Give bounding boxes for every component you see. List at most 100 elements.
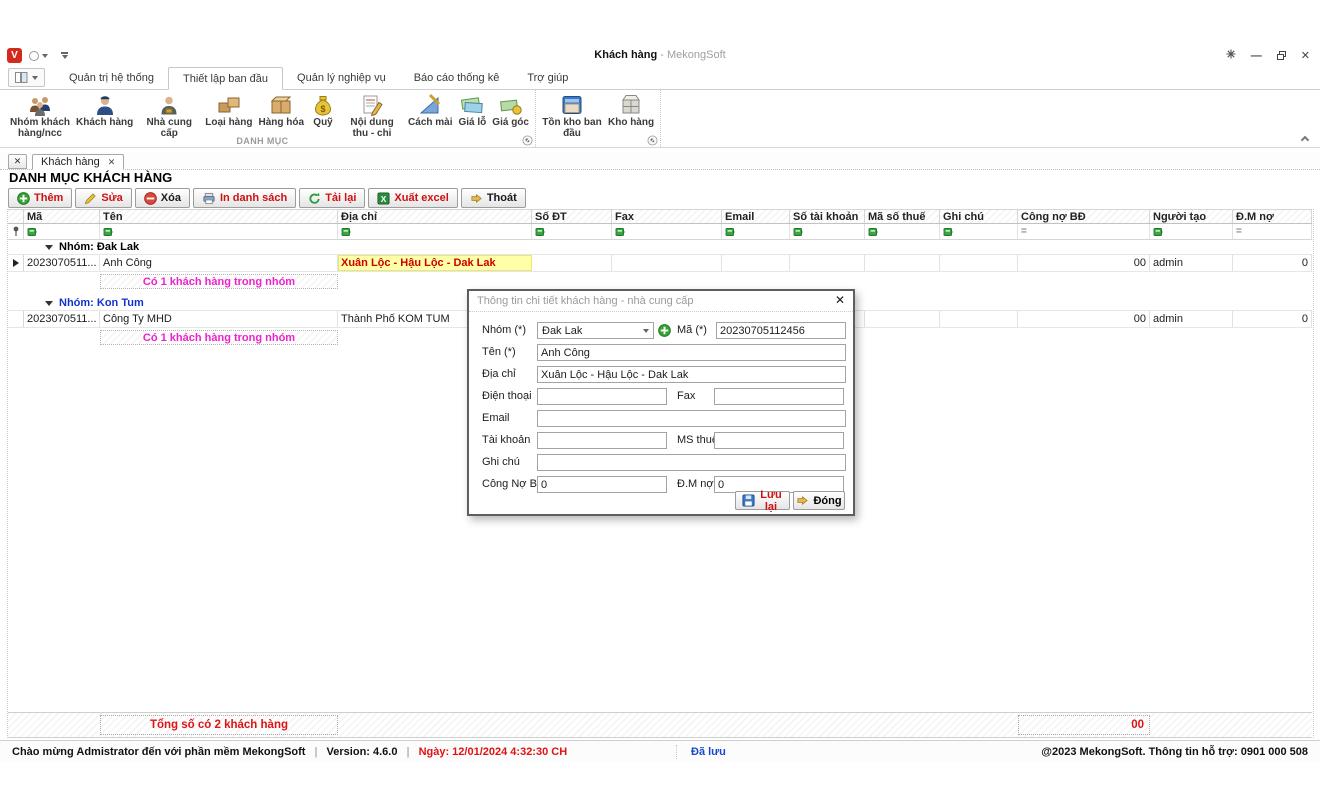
taxcode-label: MS thuế	[677, 432, 718, 449]
close-all-tabs-icon[interactable]: ✕	[8, 154, 27, 169]
filter-cell-ten[interactable]	[100, 224, 338, 239]
ribbon-item[interactable]: Hàng hóa	[255, 91, 307, 129]
column-header-mst[interactable]: Mã số thuế	[865, 210, 940, 223]
dialog-close-button[interactable]: Đóng	[793, 491, 845, 510]
filter-cell-sodt[interactable]	[532, 224, 612, 239]
export-excel-button[interactable]: XXuất excel	[368, 188, 457, 208]
filter-cell-diachi[interactable]	[338, 224, 532, 239]
column-header-email[interactable]: Email	[722, 210, 790, 223]
group-dropdown[interactable]: Đak Lak	[537, 322, 654, 339]
document-tab-strip: ✕ Khách hàng ✕	[0, 153, 1320, 170]
group-row[interactable]: Nhóm: Đak Lak	[8, 240, 1312, 255]
column-header-fax[interactable]: Fax	[612, 210, 722, 223]
edit-button[interactable]: Sửa	[75, 188, 131, 208]
filter-cell-ghichu[interactable]	[940, 224, 1018, 239]
filter-cell-dmno[interactable]: =	[1233, 224, 1312, 239]
pin-icon[interactable]	[8, 224, 24, 239]
column-header-dmno[interactable]: Đ.M nợ	[1233, 210, 1312, 223]
ribbon-item[interactable]: Nhóm khách hàng/ncc	[7, 91, 73, 139]
column-header-ghichu[interactable]: Ghi chú	[940, 210, 1018, 223]
ribbon-tab-2[interactable]: Thiết lập ban đầu	[168, 67, 283, 90]
delete-button[interactable]: Xóa	[135, 188, 190, 208]
exit-button[interactable]: Thoát	[461, 188, 526, 208]
filter-cell-fax[interactable]	[612, 224, 722, 239]
email-field[interactable]	[537, 410, 846, 427]
exit-icon	[470, 192, 483, 205]
ribbon-item-label: Giá lỗ	[459, 118, 487, 129]
column-header-congno[interactable]: Công nợ BĐ	[1018, 210, 1150, 223]
ribbon-item[interactable]: Kho hàng	[605, 91, 657, 129]
note-field[interactable]	[537, 454, 846, 471]
dialog-close-icon[interactable]: ✕	[835, 294, 845, 306]
grid-footer-row: Tổng số có 2 khách hàng 00	[8, 712, 1312, 738]
ribbon-item[interactable]: Nội dung thu - chi	[339, 91, 405, 139]
tab-close-icon[interactable]: ✕	[108, 157, 116, 168]
table-row[interactable]: 2023070511...Anh CôngXuân Lộc - Hậu Lộc …	[8, 255, 1312, 272]
fax-field[interactable]	[714, 388, 844, 405]
cost-price-icon	[498, 91, 524, 118]
note-label: Ghi chú	[482, 454, 520, 471]
close-icon[interactable]: ✕	[1301, 50, 1310, 62]
column-header-stk[interactable]: Số tài khoản	[790, 210, 865, 223]
column-header-ten[interactable]: Tên	[100, 210, 338, 223]
cell-dmno: 0	[1233, 311, 1312, 327]
cell-nguoitao: admin	[1150, 311, 1233, 327]
ribbon-item[interactable]: Khách hàng	[73, 91, 136, 129]
cell-ten: Anh Công	[100, 255, 338, 271]
settings-icon[interactable]	[1226, 49, 1236, 62]
opening-debt-field[interactable]	[537, 476, 667, 493]
address-field[interactable]	[537, 366, 846, 383]
save-button[interactable]: Lưu lại	[735, 491, 790, 510]
group-summary-text: Có 1 khách hàng trong nhóm	[100, 330, 338, 345]
layout-columns-button[interactable]	[8, 68, 45, 87]
ribbon-item[interactable]: Cách mài	[405, 91, 455, 129]
filter-cell-congno[interactable]: =	[1018, 224, 1150, 239]
ribbon-collapse-icon[interactable]	[1302, 134, 1310, 142]
ribbon-tab-4[interactable]: Báo cáo thống kê	[400, 68, 514, 89]
version-text: Version: 4.6.0	[327, 746, 398, 758]
name-field[interactable]	[537, 344, 846, 361]
code-field[interactable]	[716, 322, 846, 339]
opening-debt-label: Công Nợ BĐ	[482, 476, 545, 493]
delete-icon	[144, 192, 157, 205]
account-field[interactable]	[537, 432, 667, 449]
filter-cell-email[interactable]	[722, 224, 790, 239]
restore-icon[interactable]	[1277, 51, 1286, 60]
dialog-titlebar[interactable]: Thông tin chi tiết khách hàng - nhà cung…	[469, 291, 853, 312]
print-list-button[interactable]: In danh sách	[193, 188, 296, 208]
minimize-icon[interactable]: —	[1251, 50, 1262, 62]
group-dropdown-value: Đak Lak	[542, 325, 643, 337]
filter-cell-ma[interactable]	[24, 224, 100, 239]
document-tab-khach-hang[interactable]: Khách hàng ✕	[32, 154, 124, 170]
ribbon-item[interactable]: $Quỹ	[307, 91, 339, 129]
edit-icon	[84, 192, 97, 205]
add-group-icon[interactable]	[658, 324, 671, 340]
collapse-triangle-icon[interactable]	[45, 301, 53, 306]
column-header-ma[interactable]: Mã	[24, 210, 100, 223]
column-header-nguoitao[interactable]: Người tạo	[1150, 210, 1233, 223]
reload-button[interactable]: Tải lại	[299, 188, 365, 208]
ribbon-item[interactable]: Nhà cung cấp	[136, 91, 202, 139]
ribbon-tab-1[interactable]: Quản trị hệ thống	[55, 68, 168, 89]
ribbon-item[interactable]: Loại hàng	[202, 91, 255, 129]
goods-icon	[268, 91, 294, 118]
ribbon-tab-3[interactable]: Quản lý nghiệp vụ	[283, 68, 400, 89]
group-launcher-icon[interactable]	[522, 135, 533, 149]
ribbon-tab-5[interactable]: Trợ giúp	[513, 68, 582, 89]
phone-field[interactable]	[537, 388, 667, 405]
filter-cell-mst[interactable]	[865, 224, 940, 239]
collapse-triangle-icon[interactable]	[45, 245, 53, 250]
add-button[interactable]: Thêm	[8, 188, 72, 208]
ribbon-item[interactable]: Tồn kho ban đầu	[539, 91, 605, 139]
ribbon-item[interactable]: Giá góc	[489, 91, 532, 129]
filter-cell-stk[interactable]	[790, 224, 865, 239]
ribbon-group: Tồn kho ban đầuKho hàng	[536, 90, 661, 147]
group-launcher-icon[interactable]	[647, 135, 658, 149]
customer-group-icon	[27, 91, 53, 118]
column-header-diachi[interactable]: Địa chỉ	[338, 210, 532, 223]
item-type-icon	[216, 91, 242, 118]
column-header-sodt[interactable]: Số ĐT	[532, 210, 612, 223]
ribbon-item[interactable]: Giá lỗ	[456, 91, 490, 129]
filter-cell-nguoitao[interactable]	[1150, 224, 1233, 239]
taxcode-field[interactable]	[714, 432, 844, 449]
